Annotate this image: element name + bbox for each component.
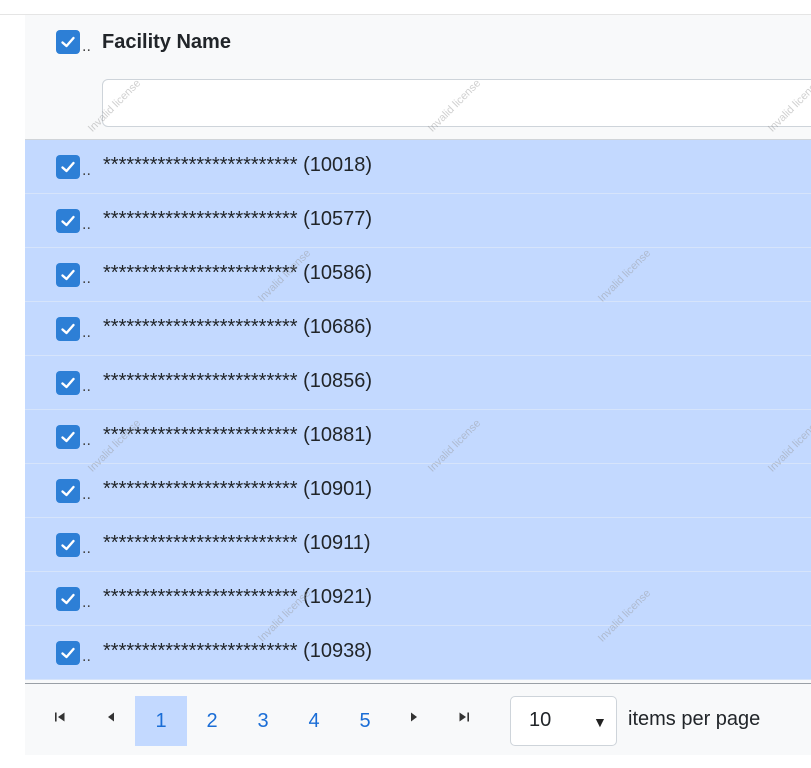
truncation-ellipsis: .. [82, 162, 91, 179]
truncation-ellipsis: .. [82, 594, 91, 611]
filter-input[interactable] [102, 79, 811, 127]
truncation-ellipsis: .. [82, 648, 91, 665]
facility-name-cell: ************************* (10881) [103, 424, 373, 446]
checkmark-icon [61, 431, 75, 443]
checkmark-icon [61, 593, 75, 605]
row-checkbox[interactable] [56, 641, 80, 665]
page-5-button[interactable]: 5 [339, 696, 391, 746]
row-checkbox[interactable] [56, 371, 80, 395]
facility-name-cell: ************************* (10586) [103, 262, 373, 284]
column-header-facility-name[interactable]: Facility Name [102, 31, 231, 54]
facility-name-cell: ************************* (10856) [103, 370, 373, 392]
truncation-ellipsis: .. [82, 486, 91, 503]
table-row[interactable]: .. ************************* (10686) [25, 302, 811, 356]
page-1-button[interactable]: 1 [135, 696, 187, 746]
checkmark-icon [61, 215, 75, 227]
table-row[interactable]: .. ************************* (10938) [25, 626, 811, 680]
facility-name-cell: ************************* (10686) [103, 316, 373, 338]
row-checkbox[interactable] [56, 479, 80, 503]
next-page-icon[interactable] [406, 711, 422, 727]
select-all-checkbox[interactable] [56, 30, 80, 54]
table-row[interactable]: .. ************************* (10881) [25, 410, 811, 464]
facility-name-cell: ************************* (10577) [103, 208, 373, 230]
table-row[interactable]: .. ************************* (10577) [25, 194, 811, 248]
page-size-select[interactable]: 10 ▼ [510, 696, 617, 746]
table-row[interactable]: .. ************************* (10921) [25, 572, 811, 626]
table-row[interactable]: .. ************************* (10018) [25, 140, 811, 194]
facility-name-cell: ************************* (10911) [103, 532, 371, 554]
checkmark-icon [61, 36, 75, 48]
page-2-button[interactable]: 2 [186, 696, 238, 746]
page-3-button[interactable]: 3 [237, 696, 289, 746]
truncation-ellipsis: .. [82, 270, 91, 287]
chevron-down-icon: ▼ [593, 714, 607, 730]
page-size-value: 10 [529, 709, 552, 731]
checkmark-icon [61, 539, 75, 551]
row-checkbox[interactable] [56, 533, 80, 557]
facility-name-cell: ************************* (10901) [103, 478, 373, 500]
last-page-icon[interactable] [456, 711, 472, 727]
truncation-ellipsis: .. [82, 216, 91, 233]
pager: 12345 10 ▼ items per page [25, 683, 811, 755]
checkmark-icon [61, 269, 75, 281]
checkmark-icon [61, 377, 75, 389]
row-checkbox[interactable] [56, 155, 80, 179]
table-row[interactable]: .. ************************* (10911) [25, 518, 811, 572]
items-per-page-label: items per page [628, 708, 761, 730]
checkmark-icon [61, 323, 75, 335]
grid-header: .. Facility Name [25, 15, 811, 140]
table-row[interactable]: .. ************************* (10901) [25, 464, 811, 518]
row-checkbox[interactable] [56, 425, 80, 449]
grid-rows: .. ************************* (10018).. ***… [25, 140, 811, 680]
row-checkbox[interactable] [56, 209, 80, 233]
row-checkbox[interactable] [56, 317, 80, 341]
first-page-icon[interactable] [52, 711, 68, 727]
page-4-button[interactable]: 4 [288, 696, 340, 746]
facility-name-cell: ************************* (10938) [103, 640, 373, 662]
checkmark-icon [61, 161, 75, 173]
row-checkbox[interactable] [56, 263, 80, 287]
data-grid: .. Facility Name .. *********************… [25, 15, 811, 755]
truncation-ellipsis: .. [82, 324, 91, 341]
table-row[interactable]: .. ************************* (10586) [25, 248, 811, 302]
checkmark-icon [61, 485, 75, 497]
table-row[interactable]: .. ************************* (10856) [25, 356, 811, 410]
truncation-ellipsis: .. [82, 540, 91, 557]
previous-page-icon[interactable] [103, 711, 119, 727]
truncation-ellipsis: .. [82, 432, 91, 449]
row-checkbox[interactable] [56, 587, 80, 611]
truncation-ellipsis: .. [82, 38, 91, 55]
facility-name-cell: ************************* (10018) [103, 154, 373, 176]
checkmark-icon [61, 647, 75, 659]
truncation-ellipsis: .. [82, 378, 91, 395]
facility-name-cell: ************************* (10921) [103, 586, 373, 608]
